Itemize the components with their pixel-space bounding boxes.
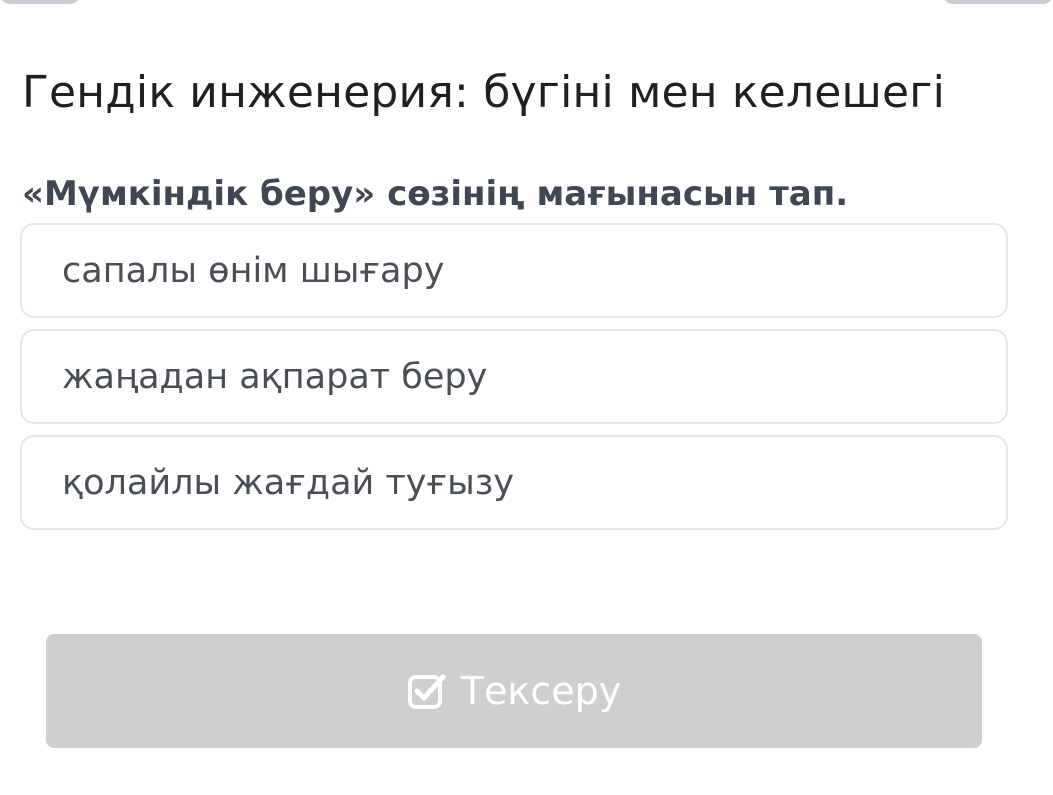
question-text: «Мүмкіндік беру» сөзінің мағынасын тап. xyxy=(22,174,849,214)
answer-option-label: қолайлы жағдай туғызу xyxy=(62,462,515,503)
answer-option-label: жаңадан ақпарат беру xyxy=(62,356,488,397)
answer-option-1[interactable]: сапалы өнім шығару xyxy=(20,223,1008,318)
answer-option-3[interactable]: қолайлы жағдай туғызу xyxy=(20,435,1008,530)
answer-option-2[interactable]: жаңадан ақпарат беру xyxy=(20,329,1008,424)
check-button-label: Тексеру xyxy=(460,669,622,713)
top-right-tab xyxy=(943,0,1053,4)
answer-option-label: сапалы өнім шығару xyxy=(62,250,445,291)
check-button[interactable]: Тексеру xyxy=(46,634,982,748)
checkbox-check-icon xyxy=(407,671,447,711)
answer-options: сапалы өнім шығару жаңадан ақпарат беру … xyxy=(20,223,1008,541)
top-left-tab xyxy=(0,0,80,4)
page-title: Гендік инженерия: бүгіні мен келешегі xyxy=(22,67,946,119)
